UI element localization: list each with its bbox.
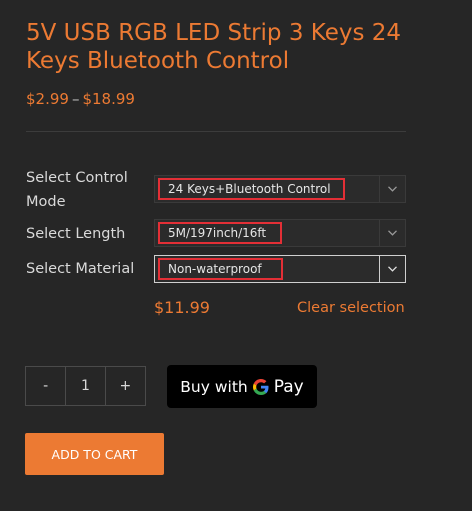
quantity-plus-button[interactable]: + — [106, 367, 145, 405]
material-value: Non-waterproof — [158, 258, 283, 280]
quantity-input[interactable]: 1 — [65, 367, 106, 405]
gpay-pay-text: Pay — [273, 376, 304, 397]
add-to-cart-button[interactable]: ADD TO CART — [25, 433, 164, 475]
price-separator: – — [71, 90, 80, 108]
control-mode-select[interactable]: 24 Keys+Bluetooth Control — [154, 175, 406, 203]
chevron-down-icon — [379, 176, 405, 202]
google-pay-button[interactable]: Buy with Pay — [167, 365, 317, 408]
control-mode-label: Select Control Mode — [26, 170, 128, 210]
material-select[interactable]: Non-waterproof — [154, 255, 406, 283]
quantity-minus-button[interactable]: - — [26, 367, 65, 405]
material-label: Select Material — [26, 261, 135, 277]
chevron-down-icon — [379, 256, 405, 282]
price-range: $2.99– $18.99 — [26, 89, 135, 109]
length-select[interactable]: 5M/197inch/16ft — [154, 219, 406, 247]
clear-selection-link[interactable]: Clear selection — [297, 298, 405, 318]
gpay-label: Buy with — [180, 377, 248, 396]
chevron-down-icon — [379, 220, 405, 246]
price-min: $2.99 — [26, 90, 69, 108]
length-label: Select Length — [26, 226, 126, 242]
length-value: 5M/197inch/16ft — [158, 222, 282, 244]
control-mode-value: 24 Keys+Bluetooth Control — [158, 178, 345, 200]
google-g-icon — [252, 378, 269, 395]
quantity-stepper: - 1 + — [25, 366, 146, 406]
variation-price: $11.99 — [154, 298, 210, 317]
product-title: 5V USB RGB LED Strip 3 Keys 24 Keys Blue… — [26, 20, 402, 74]
divider — [26, 131, 406, 132]
price-max: $18.99 — [82, 90, 135, 108]
